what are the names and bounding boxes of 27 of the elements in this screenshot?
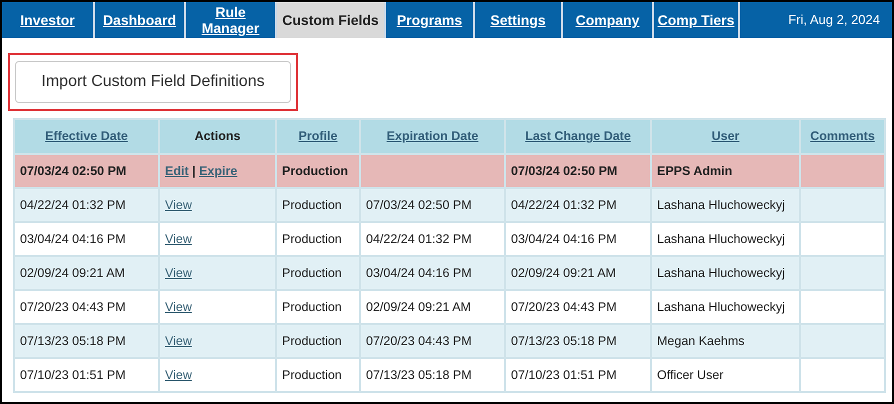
column-header[interactable]: Expiration Date: [360, 119, 505, 154]
table-cell: 07/10/23 01:51 PM: [505, 358, 651, 392]
action-link[interactable]: View: [165, 368, 192, 382]
action-link[interactable]: Edit: [165, 164, 189, 178]
nav-tab[interactable]: Settings: [475, 2, 563, 38]
action-link[interactable]: View: [165, 300, 192, 314]
nav-tab[interactable]: Comp Tiers: [654, 2, 740, 38]
nav-tab[interactable]: Custom Fields: [277, 2, 386, 38]
separator-text: |: [191, 164, 197, 178]
nav-tab[interactable]: Programs: [386, 2, 475, 38]
date-label: Fri, Aug 2, 2024: [787, 11, 881, 30]
column-header[interactable]: Effective Date: [14, 119, 159, 154]
table-cell: 07/10/23 01:51 PM: [14, 358, 159, 392]
action-link[interactable]: View: [165, 266, 192, 280]
table-cell: 07/13/23 05:18 PM: [360, 358, 505, 392]
nav-tab[interactable]: Dashboard: [95, 2, 186, 38]
table-cell: Production: [276, 358, 360, 392]
column-header[interactable]: User: [651, 119, 800, 154]
action-link[interactable]: View: [165, 232, 192, 246]
import-button[interactable]: Import Custom Field Definitions: [15, 61, 291, 103]
column-header[interactable]: Last Change Date: [505, 119, 651, 154]
nav-tab[interactable]: Company: [563, 2, 654, 38]
action-link[interactable]: View: [165, 334, 192, 348]
action-link[interactable]: View: [165, 198, 192, 212]
nav-tab[interactable]: Investor: [2, 2, 95, 38]
table-cell: Officer User: [651, 358, 800, 392]
action-link[interactable]: Expire: [199, 164, 238, 178]
